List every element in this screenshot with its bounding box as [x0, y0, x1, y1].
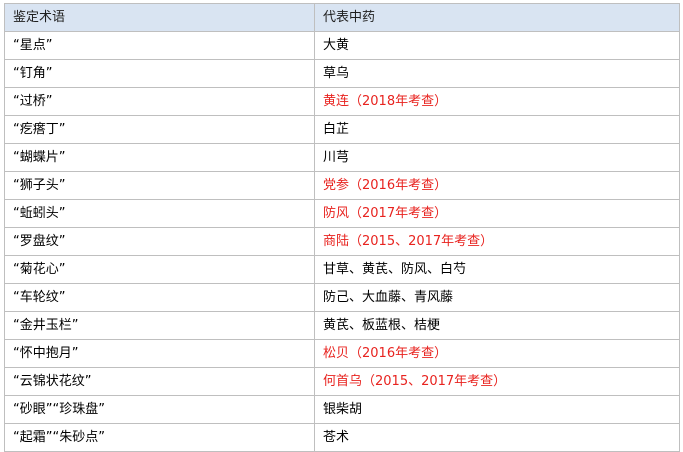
term-cell: “砂眼”“珍珠盘” — [4, 395, 315, 424]
term-cell: “罗盘纹” — [4, 227, 315, 256]
table-row: “车轮纹” 防己、大血藤、青风藤 — [4, 283, 680, 312]
herb-cell: 甘草、黄芪、防风、白芍 — [314, 255, 680, 284]
table-header: 鉴定术语 代表中药 — [4, 3, 680, 32]
table-row: “砂眼”“珍珠盘” 银柴胡 — [4, 395, 680, 424]
term-cell: “疙瘩丁” — [4, 115, 315, 144]
herb-cell: 苍术 — [314, 423, 680, 452]
table-row: “云锦状花纹” 何首乌（2015、2017年考查） — [4, 367, 680, 396]
herb-cell: 党参（2016年考查） — [314, 171, 680, 200]
term-cell: “钉角” — [4, 59, 315, 88]
term-cell: “狮子头” — [4, 171, 315, 200]
herb-cell: 黄芪、板蓝根、桔梗 — [314, 311, 680, 340]
herb-cell: 白芷 — [314, 115, 680, 144]
herb-cell: 大黄 — [314, 31, 680, 60]
term-cell: “金井玉栏” — [4, 311, 315, 340]
table-row: “蝴蝶片” 川芎 — [4, 143, 680, 172]
terms-table: 鉴定术语 代表中药 “星点” 大黄 “钉角” 草乌 “过桥” 黄连（2018年考… — [4, 3, 680, 452]
term-cell: “车轮纹” — [4, 283, 315, 312]
table-row: “星点” 大黄 — [4, 31, 680, 60]
term-cell: “云锦状花纹” — [4, 367, 315, 396]
herb-cell: 黄连（2018年考查） — [314, 87, 680, 116]
herb-cell: 草乌 — [314, 59, 680, 88]
herb-cell: 川芎 — [314, 143, 680, 172]
term-cell: “蚯蚓头” — [4, 199, 315, 228]
table-row: “钉角” 草乌 — [4, 59, 680, 88]
table-row: “疙瘩丁” 白芷 — [4, 115, 680, 144]
term-cell: “起霜”“朱砂点” — [4, 423, 315, 452]
term-cell: “蝴蝶片” — [4, 143, 315, 172]
herb-cell: 何首乌（2015、2017年考查） — [314, 367, 680, 396]
term-cell: “过桥” — [4, 87, 315, 116]
table-row: “菊花心” 甘草、黄芪、防风、白芍 — [4, 255, 680, 284]
table-row: “狮子头” 党参（2016年考查） — [4, 171, 680, 200]
table-row: “过桥” 黄连（2018年考查） — [4, 87, 680, 116]
header-herb: 代表中药 — [314, 3, 680, 32]
term-cell: “星点” — [4, 31, 315, 60]
herb-cell: 防风（2017年考查） — [314, 199, 680, 228]
header-term: 鉴定术语 — [4, 3, 315, 32]
term-cell: “菊花心” — [4, 255, 315, 284]
herb-cell: 松贝（2016年考查） — [314, 339, 680, 368]
header-row: 鉴定术语 代表中药 — [4, 3, 680, 32]
term-cell: “怀中抱月” — [4, 339, 315, 368]
terms-table-container: 鉴定术语 代表中药 “星点” 大黄 “钉角” 草乌 “过桥” 黄连（2018年考… — [4, 3, 680, 452]
herb-cell: 商陆（2015、2017年考查） — [314, 227, 680, 256]
table-row: “起霜”“朱砂点” 苍术 — [4, 423, 680, 452]
herb-cell: 防己、大血藤、青风藤 — [314, 283, 680, 312]
table-row: “罗盘纹” 商陆（2015、2017年考查） — [4, 227, 680, 256]
herb-cell: 银柴胡 — [314, 395, 680, 424]
table-body: “星点” 大黄 “钉角” 草乌 “过桥” 黄连（2018年考查） “疙瘩丁” 白… — [4, 31, 680, 452]
table-row: “金井玉栏” 黄芪、板蓝根、桔梗 — [4, 311, 680, 340]
table-row: “蚯蚓头” 防风（2017年考查） — [4, 199, 680, 228]
table-row: “怀中抱月” 松贝（2016年考查） — [4, 339, 680, 368]
